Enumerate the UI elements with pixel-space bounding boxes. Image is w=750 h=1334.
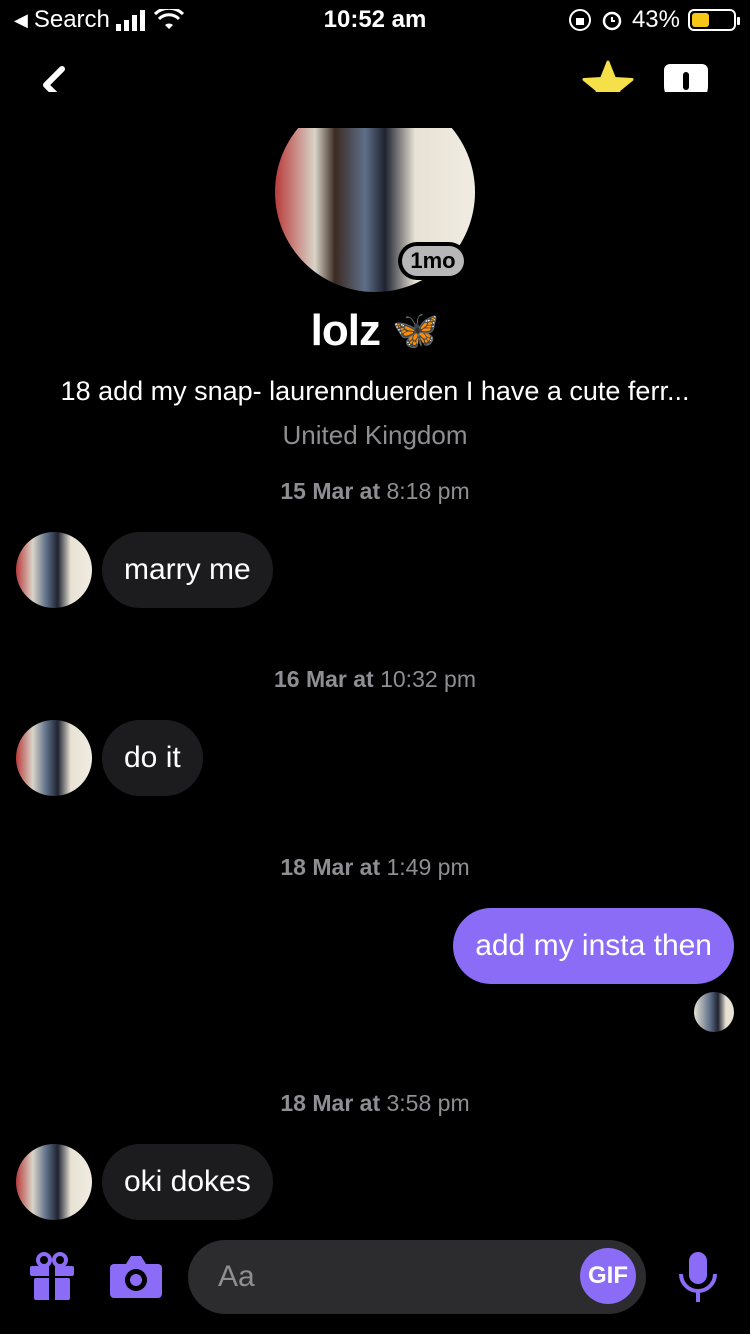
timestamp-date: 18 Mar at [280,854,381,880]
message-bubble-incoming[interactable]: do it [102,720,203,796]
message-bubble-incoming[interactable]: oki dokes [102,1144,273,1220]
message-row: marry me [16,532,273,608]
sender-avatar[interactable] [16,1144,92,1220]
battery-level [692,13,710,27]
orientation-lock-icon [568,9,591,31]
camera-button[interactable] [108,1250,164,1302]
status-bar: ◀ Search 10:52 am 43% [0,0,750,44]
camera-icon [110,1256,162,1298]
gift-button[interactable] [26,1250,78,1302]
message-timestamp: 16 Mar at 10:32 pm [0,666,750,693]
message-composer: GIF [0,1236,750,1322]
alarm-icon [602,11,622,31]
message-bubble-incoming[interactable]: marry me [102,532,273,608]
message-row: oki dokes [16,1144,273,1220]
microphone-icon [679,1252,717,1302]
message-input-container: GIF [188,1240,646,1314]
gif-button[interactable]: GIF [580,1248,636,1304]
voice-message-button[interactable] [676,1250,720,1306]
timestamp-date: 15 Mar at [280,478,381,504]
profile-name-row[interactable]: lolz 🦋 [0,306,750,356]
age-badge: 1mo [398,242,468,280]
battery-percent: 43% [631,6,680,33]
message-timestamp: 18 Mar at 1:49 pm [0,854,750,881]
timestamp-date: 18 Mar at [280,1090,381,1116]
sender-avatar[interactable] [16,532,92,608]
timestamp-time: 1:49 pm [386,854,470,880]
sender-avatar[interactable] [16,720,92,796]
age-badge-label: 1mo [402,246,464,276]
message-timestamp: 18 Mar at 3:58 pm [0,1090,750,1117]
timestamp-date: 16 Mar at [273,666,374,692]
timestamp-time: 8:18 pm [386,478,470,504]
timestamp-time: 10:32 pm [380,666,476,692]
gift-icon [30,1252,74,1300]
photo-top-crop [0,92,750,128]
message-bubble-outgoing[interactable]: add my insta then [453,908,734,984]
message-input[interactable] [218,1254,568,1300]
message-timestamp: 15 Mar at 8:18 pm [0,478,750,505]
butterfly-icon: 🦋 [392,310,440,352]
battery-icon [688,9,740,31]
profile-name: lolz [310,306,381,355]
timestamp-time: 3:58 pm [386,1090,470,1116]
profile-bio: 18 add my snap- laurennduerden I have a … [60,376,690,406]
profile-location: United Kingdom [282,420,468,450]
seen-receipt-avatar [694,992,734,1032]
message-row: do it [16,720,203,796]
